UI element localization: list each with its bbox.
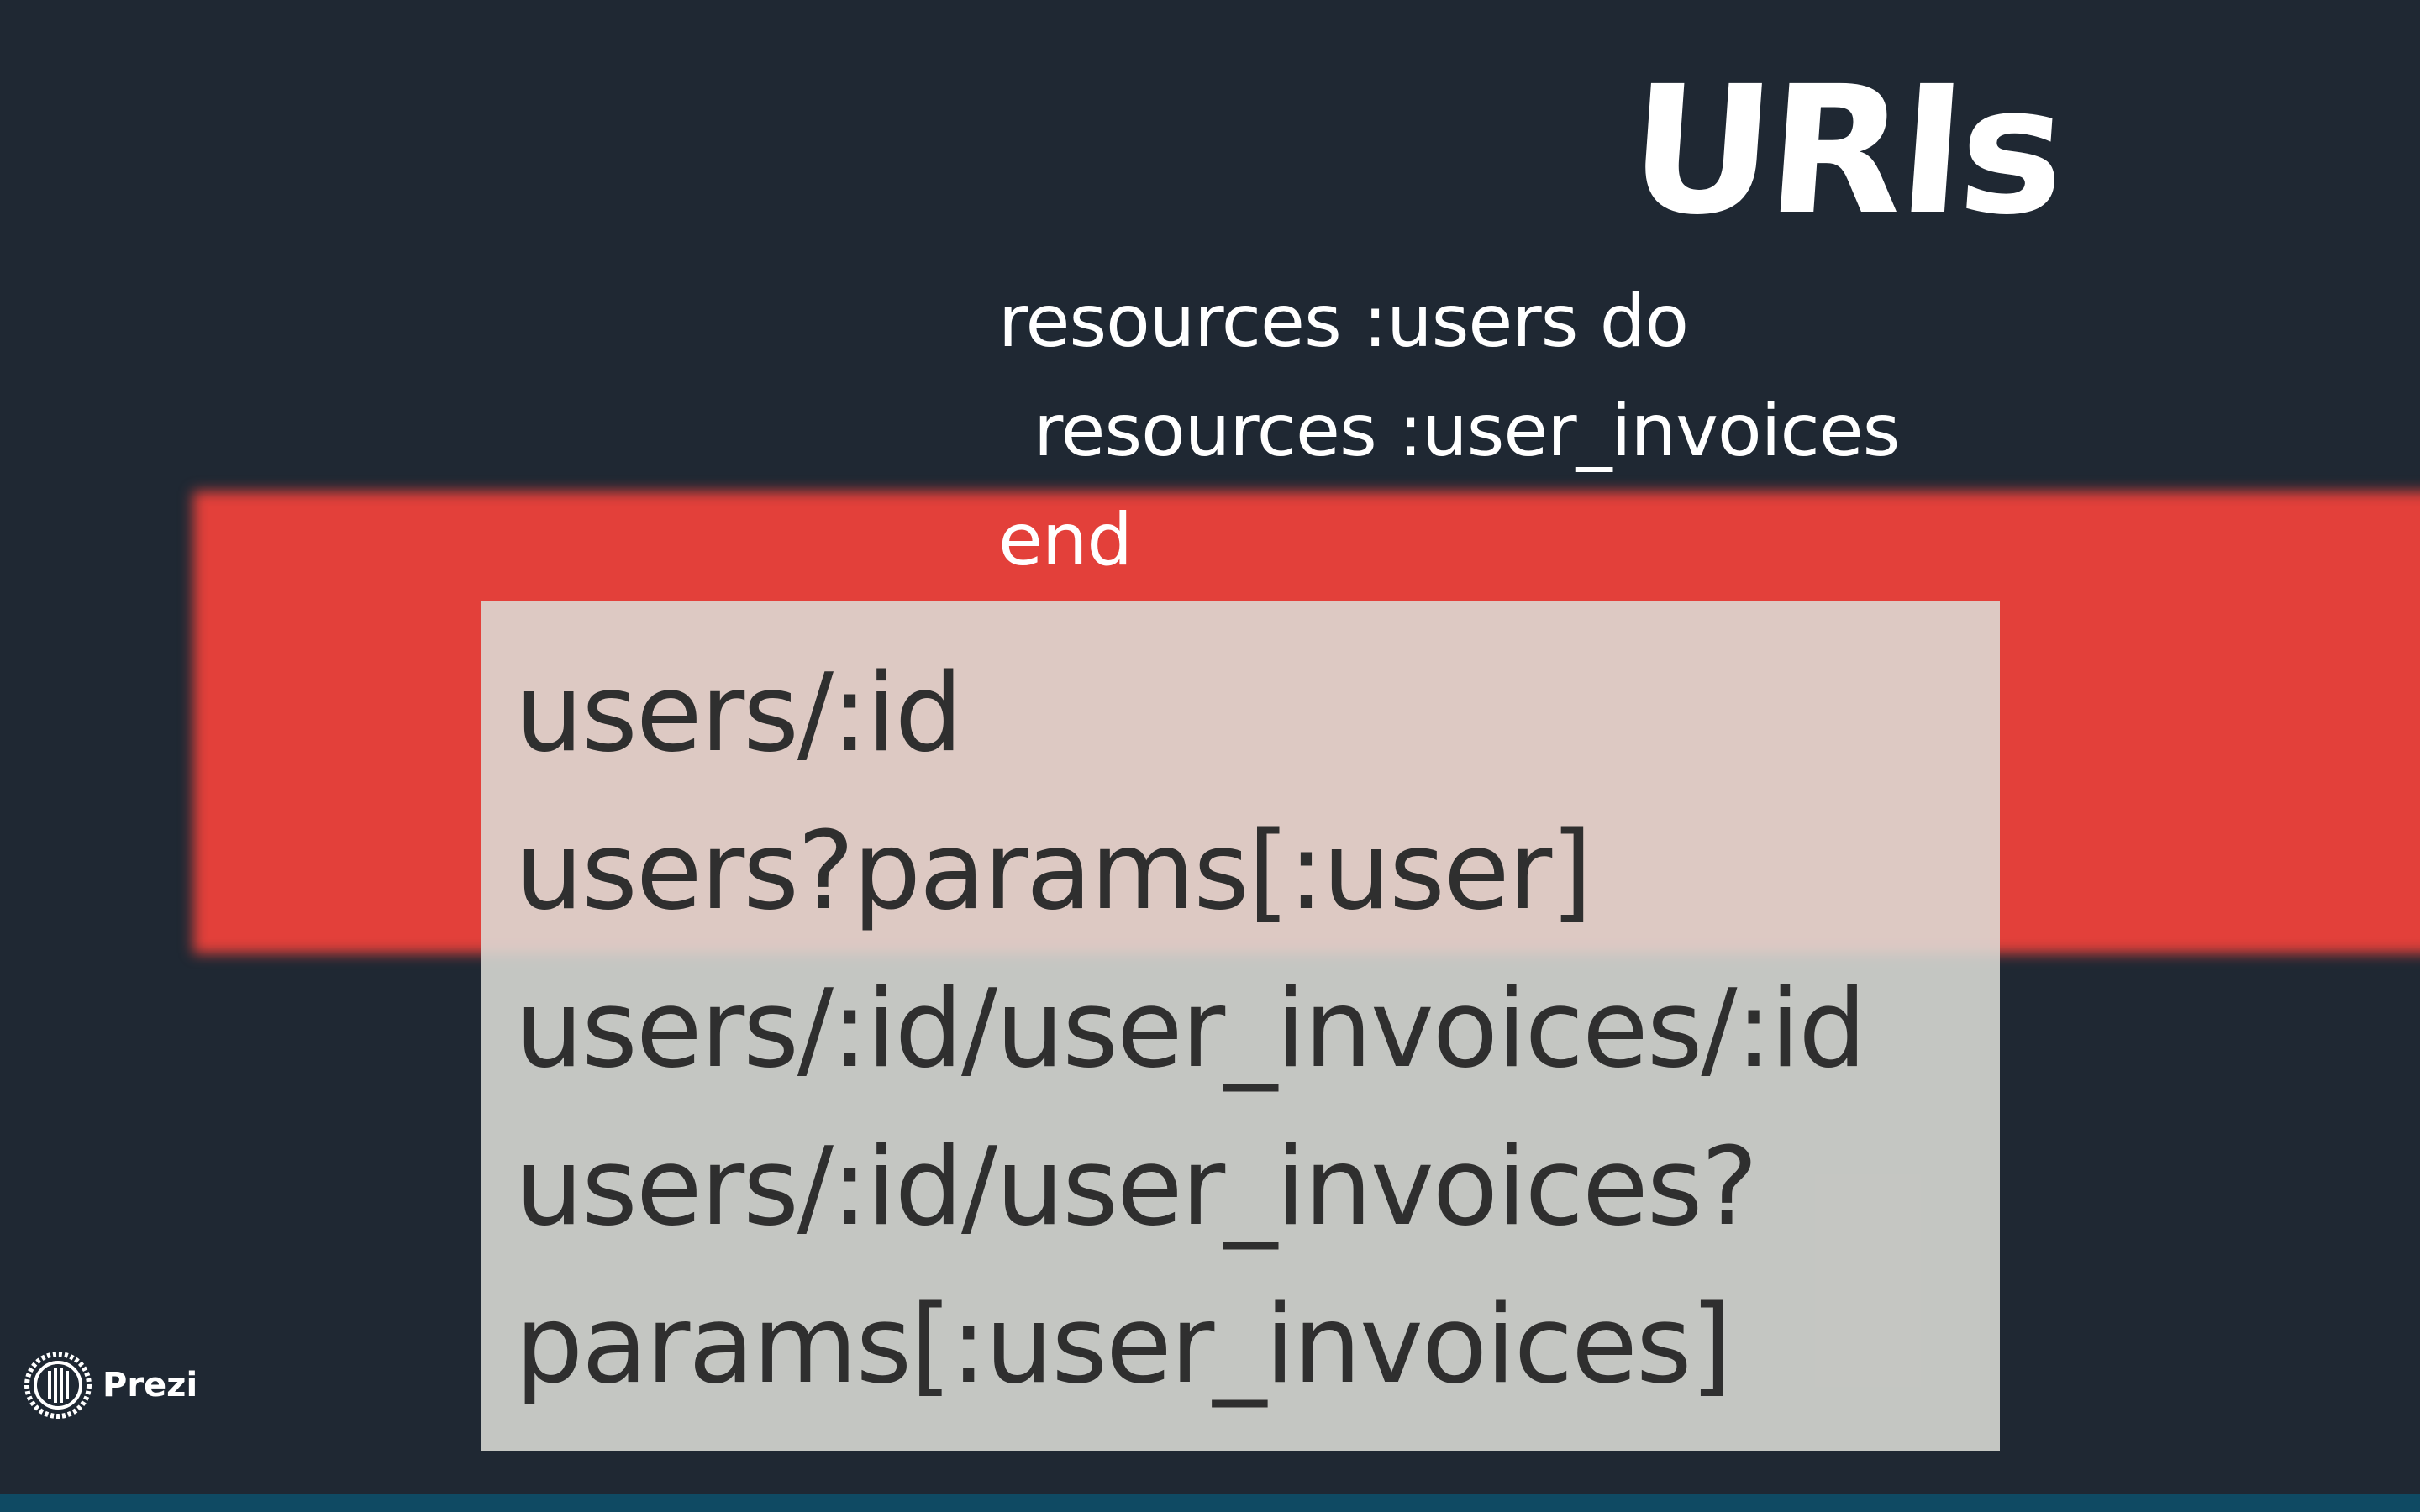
- uri-item: params[:user_invoices]: [515, 1283, 1732, 1408]
- slide-title: URIs: [1623, 48, 2067, 254]
- slide-canvas: URIs resources :users do resources :user…: [0, 0, 2420, 1512]
- code-line: end: [998, 498, 1133, 582]
- uri-list-box: users/:id users?params[:user] users/:id/…: [481, 601, 2000, 1451]
- prezi-icon: [24, 1352, 92, 1419]
- uri-item: users?params[:user]: [515, 809, 1592, 934]
- code-line: resources :users do: [998, 280, 1689, 364]
- uri-item: users/:id/user_invoices?: [515, 1125, 1758, 1250]
- routes-code-block: resources :users do resources :user_invo…: [998, 267, 1900, 595]
- code-line: resources :user_invoices: [1034, 389, 1900, 473]
- prezi-logo[interactable]: Prezi: [24, 1347, 197, 1423]
- bottom-edge-bar: [0, 1494, 2420, 1512]
- uri-item: users/:id/user_invoices/:id: [515, 967, 1866, 1092]
- prezi-logo-label: Prezi: [103, 1366, 198, 1404]
- uri-item: users/:id: [515, 651, 963, 776]
- uri-list: users/:id users?params[:user] users/:id/…: [515, 635, 1866, 1425]
